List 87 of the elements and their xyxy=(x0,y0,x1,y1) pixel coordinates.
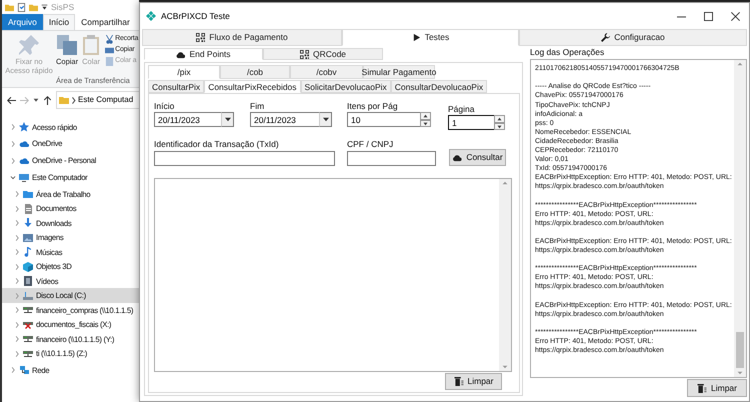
dropdown-icon[interactable] xyxy=(41,4,48,10)
field-label: Início xyxy=(154,101,176,112)
tab[interactable]: /cobv xyxy=(290,65,363,80)
network-drive-icon xyxy=(23,348,33,359)
panel-label: Log das Operações xyxy=(530,47,606,58)
clipboard-icon xyxy=(81,35,102,55)
film-icon xyxy=(23,276,33,286)
picture-icon xyxy=(23,232,33,243)
cloud-icon xyxy=(176,50,186,59)
caret-icon[interactable] xyxy=(322,117,328,122)
close-icon[interactable] xyxy=(731,12,740,20)
cube-icon xyxy=(23,262,33,272)
trash-icon xyxy=(454,376,464,386)
field-label: Itens por Pág xyxy=(347,101,399,112)
monitor-icon xyxy=(19,172,29,182)
ribbon-tab[interactable]: Início xyxy=(42,14,76,30)
address-bar[interactable]: Este Computad xyxy=(56,91,139,109)
address-text: Este Computad xyxy=(78,95,134,105)
scrollbar[interactable] xyxy=(734,60,746,377)
up-arrow-icon[interactable] xyxy=(43,96,52,104)
window-title: SisPS xyxy=(51,2,74,12)
trash-icon xyxy=(697,384,707,392)
dropdown-button[interactable] xyxy=(221,112,234,128)
network-drive-icon xyxy=(23,334,33,344)
window-title: ACBrPIXCD Teste xyxy=(161,10,230,22)
caret-icon[interactable] xyxy=(33,97,39,103)
forward-arrow-icon[interactable] xyxy=(20,96,29,104)
input-field[interactable] xyxy=(347,150,436,166)
copy-icon xyxy=(57,35,78,55)
folder-icon xyxy=(5,2,14,12)
date-field[interactable]: 20/11/2023 xyxy=(250,112,319,128)
tab[interactable]: ConsultarPixRecebidos xyxy=(204,80,301,94)
dropdown-button[interactable] xyxy=(319,112,332,128)
qr-code-icon xyxy=(300,50,309,59)
wrench-icon xyxy=(601,33,610,42)
up-button[interactable] xyxy=(420,112,431,120)
back-arrow-icon[interactable] xyxy=(7,96,16,104)
tab[interactable]: Simular Pagamento xyxy=(363,65,435,80)
cloud-icon xyxy=(452,152,462,162)
tab[interactable]: ConsultarPix xyxy=(148,80,204,94)
document-icon xyxy=(23,204,33,214)
cloud-icon xyxy=(19,139,29,150)
tab[interactable]: Testes xyxy=(342,29,519,46)
folder-icon xyxy=(23,189,33,200)
tab[interactable]: End Points xyxy=(144,48,263,60)
music-note-icon xyxy=(23,247,33,258)
date-field[interactable]: 20/11/2023 xyxy=(154,112,221,128)
checklist-icon[interactable] xyxy=(17,2,26,12)
tab[interactable]: Configuracao xyxy=(519,29,747,46)
disconnected-drive-icon xyxy=(23,320,33,330)
tab[interactable]: /pix xyxy=(148,65,220,80)
file-menu-tab[interactable]: Arquivo xyxy=(2,14,43,30)
tab[interactable]: /cob xyxy=(220,65,290,80)
up-button[interactable] xyxy=(494,115,505,123)
caret-icon[interactable] xyxy=(224,117,230,122)
tab[interactable]: SolicitarDevolucaoPix xyxy=(300,80,391,94)
app-logo-icon xyxy=(146,11,156,21)
consult-button[interactable]: Consultar xyxy=(449,148,506,166)
folder-icon xyxy=(59,95,69,105)
drive-icon xyxy=(23,290,33,301)
field-label: Identificador da Transação (TxId) xyxy=(154,139,280,150)
star-icon xyxy=(19,122,29,132)
maximize-icon[interactable] xyxy=(704,12,713,20)
pin-icon xyxy=(19,35,39,55)
down-arrow-icon xyxy=(23,218,33,228)
cloud-icon xyxy=(19,156,29,166)
tab[interactable]: QRCode xyxy=(263,48,383,60)
field-label: Fim xyxy=(250,101,266,112)
play-icon xyxy=(412,33,421,42)
network-drive-icon xyxy=(23,305,33,316)
number-field[interactable]: 1 xyxy=(448,115,494,130)
folder-icon[interactable] xyxy=(29,2,38,12)
field-label: CPF / CNPJ xyxy=(347,139,394,150)
input-field[interactable] xyxy=(154,150,335,166)
tab[interactable]: ConsultarDevolucaoPix xyxy=(390,80,488,94)
tab[interactable]: Fluxo de Pagamento xyxy=(142,29,342,46)
log-text-area[interactable] xyxy=(530,59,747,378)
network-icon xyxy=(19,365,29,376)
scissors-icon xyxy=(105,35,114,44)
field-label: Página xyxy=(448,104,476,114)
clear-button[interactable]: Limpar xyxy=(687,379,747,397)
chevron-icon xyxy=(71,96,76,104)
chevron-icon[interactable] xyxy=(10,174,16,180)
qr-code-icon xyxy=(196,33,206,42)
clear-button[interactable]: Limpar xyxy=(445,372,502,390)
number-field[interactable]: 10 xyxy=(347,112,420,128)
scrollbar-thumb[interactable] xyxy=(736,332,744,368)
